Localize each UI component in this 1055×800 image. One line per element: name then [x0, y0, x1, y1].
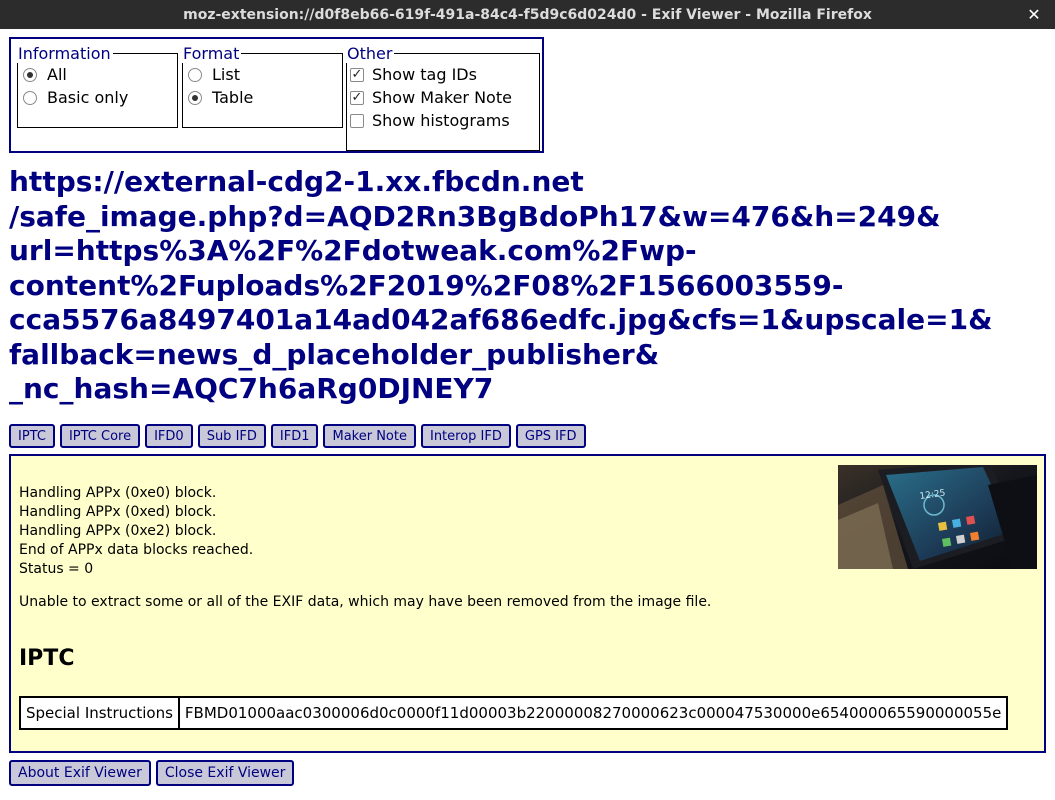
options-panel: Information All Basic only Format List T…: [9, 37, 544, 153]
format-table-label[interactable]: Table: [212, 88, 253, 107]
window-titlebar: moz-extension://d0f8eb66-619f-491a-84c4-…: [0, 0, 1055, 29]
about-exif-viewer-button[interactable]: About Exif Viewer: [9, 760, 151, 786]
info-basic-radio[interactable]: [23, 90, 37, 105]
format-table-option[interactable]: Table: [183, 86, 342, 109]
other-legend: Other: [347, 44, 393, 63]
format-fieldset: Format List Table: [182, 44, 343, 128]
close-window-icon[interactable]: ✕: [1023, 3, 1045, 25]
tab-sub-ifd[interactable]: Sub IFD: [197, 424, 266, 448]
information-fieldset: Information All Basic only: [17, 44, 178, 128]
show-histograms-option[interactable]: Show histograms: [347, 109, 539, 132]
tab-iptc-core[interactable]: IPTC Core: [59, 424, 141, 448]
show-tag-ids-option[interactable]: ✓ Show tag IDs: [347, 63, 539, 86]
log-line: Handling APPx (0xed) block.: [19, 504, 217, 520]
log-line: Handling APPx (0xe2) block.: [19, 523, 217, 539]
log-line: End of APPx data blocks reached.: [19, 542, 254, 558]
iptc-value-cell: FBMD01000aac0300006d0c0000f11d00003b2200…: [177, 696, 1009, 730]
show-histograms-checkbox[interactable]: [350, 113, 364, 128]
image-thumbnail: 12:25: [838, 465, 1037, 569]
show-tag-ids-label[interactable]: Show tag IDs: [372, 65, 477, 84]
close-exif-viewer-button[interactable]: Close Exif Viewer: [155, 760, 295, 786]
iptc-key-cell: Special Instructions: [19, 696, 180, 730]
image-url-heading: https://external-cdg2-1.xx.fbcdn.net /sa…: [9, 165, 993, 405]
section-tabs: IPTC IPTC Core IFD0 Sub IFD IFD1 Maker N…: [9, 424, 586, 448]
other-fieldset: Other ✓ Show tag IDs ✓ Show Maker Note S…: [346, 44, 540, 151]
phone-photo-image: 12:25: [838, 465, 1037, 569]
format-list-option[interactable]: List: [183, 63, 342, 86]
info-basic-label[interactable]: Basic only: [47, 88, 128, 107]
show-tag-ids-checkbox[interactable]: ✓: [350, 67, 364, 82]
tab-maker-note[interactable]: Maker Note: [323, 424, 416, 448]
info-all-option[interactable]: All: [18, 63, 177, 86]
bottom-buttons: About Exif Viewer Close Exif Viewer: [9, 760, 295, 786]
format-legend: Format: [183, 44, 240, 63]
log-line: Handling APPx (0xe0) block.: [19, 485, 217, 501]
format-table-radio[interactable]: [188, 90, 202, 105]
show-maker-note-checkbox[interactable]: ✓: [350, 90, 364, 105]
show-maker-note-label[interactable]: Show Maker Note: [372, 88, 512, 107]
info-basic-option[interactable]: Basic only: [18, 86, 177, 109]
tab-ifd0[interactable]: IFD0: [145, 424, 193, 448]
iptc-table: Special Instructions FBMD01000aac0300006…: [19, 696, 1009, 730]
log-line: Status = 0: [19, 561, 94, 577]
format-list-label[interactable]: List: [212, 65, 240, 84]
show-histograms-label[interactable]: Show histograms: [372, 111, 510, 130]
tab-ifd1[interactable]: IFD1: [270, 424, 319, 448]
tab-interop-ifd[interactable]: Interop IFD: [420, 424, 511, 448]
window-title: moz-extension://d0f8eb66-619f-491a-84c4-…: [183, 6, 872, 23]
extraction-warning: Unable to extract some or all of the EXI…: [19, 594, 712, 610]
info-all-radio[interactable]: [23, 67, 37, 82]
iptc-section-title: IPTC: [19, 646, 75, 671]
processing-log: Handling APPx (0xe0) block. Handling APP…: [19, 484, 253, 579]
format-list-radio[interactable]: [188, 67, 202, 82]
tab-gps-ifd[interactable]: GPS IFD: [515, 424, 586, 448]
table-row: Special Instructions FBMD01000aac0300006…: [19, 696, 1009, 730]
information-legend: Information: [18, 44, 111, 63]
show-maker-note-option[interactable]: ✓ Show Maker Note: [347, 86, 539, 109]
info-all-label[interactable]: All: [47, 65, 67, 84]
tab-iptc[interactable]: IPTC: [9, 424, 55, 448]
exif-result-panel: Handling APPx (0xe0) block. Handling APP…: [9, 454, 1046, 753]
